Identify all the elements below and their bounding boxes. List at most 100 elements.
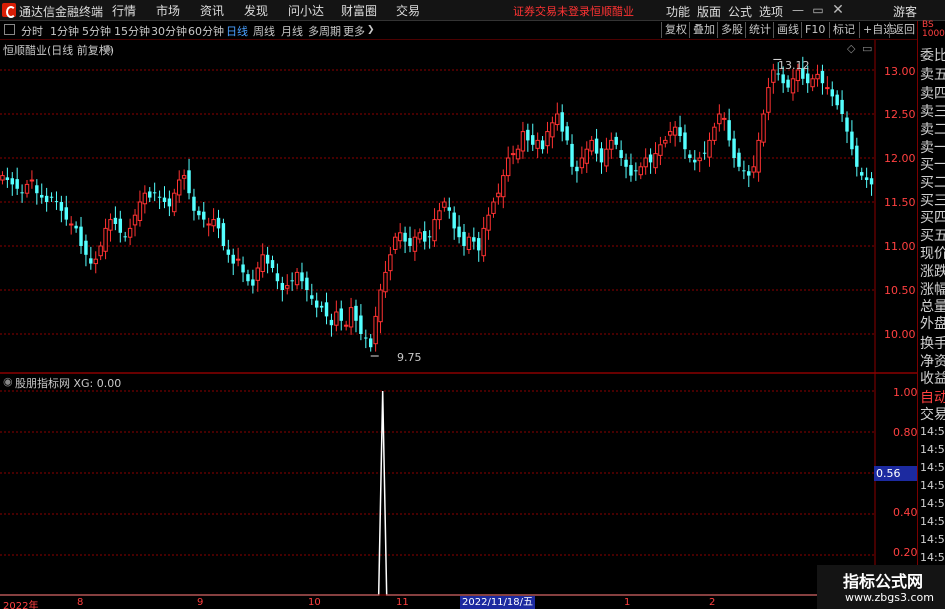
quote-label-price: 现价 [920,246,945,262]
diamond-icon[interactable]: ◇ [847,42,855,55]
guest-user[interactable]: 游客 [893,3,917,20]
candle-body [98,245,103,257]
quote-label-buy4: 买四 [920,210,945,226]
period-15min[interactable]: 15分钟 [114,23,150,39]
candle-body [15,179,19,189]
menu-item-discover[interactable]: 发现 [244,2,268,19]
period-1min[interactable]: 1分钟 [50,23,79,39]
current-stock-link[interactable]: 恒顺醋业 [590,3,634,19]
minimize-icon[interactable]: — [790,2,806,18]
candle-body [314,300,319,308]
candle-body [197,210,201,216]
candle-body [343,324,349,327]
candle-body [118,218,123,233]
candle-body [290,280,294,282]
candle-body [397,232,403,242]
candle-body [329,319,334,326]
quote-label-turnover: 换手 [920,336,945,352]
chart-options-icon[interactable]: ◉ [103,42,113,55]
candle-body [310,295,314,299]
candle-body [717,113,722,125]
more-chevron-icon[interactable]: ❯ [367,25,375,35]
period-monthly[interactable]: 月线 [281,23,303,39]
restore-icon[interactable]: ▭ [810,2,826,18]
indicator-y-tick: 0.40 [893,506,918,519]
menu-item-layout[interactable]: 版面 [697,3,721,20]
menu-item-wealth[interactable]: 财富圈 [341,2,377,19]
trade-label[interactable]: 交易 [920,404,945,424]
statistics-button[interactable]: 统计 [745,22,774,38]
candle-body [766,87,771,113]
menu-item-functions[interactable]: 功能 [666,3,690,20]
xg-signal-line [0,390,874,596]
candle-body [732,138,736,158]
indicator-options-icon[interactable]: ◉ [3,375,13,388]
candle-body [457,226,461,238]
app-title: 通达信金融终端 [19,5,104,19]
candle-body [496,192,501,198]
menu-item-market[interactable]: 市场 [156,2,180,19]
menu-item-options[interactable]: 选项 [759,3,783,20]
candle-body [412,236,418,252]
candle-body [383,271,388,293]
period-intraday[interactable]: 分时 [21,23,43,39]
candle-body [526,129,530,141]
period-5min[interactable]: 5分钟 [82,23,111,39]
period-weekly[interactable]: 周线 [253,23,275,39]
app-logo-icon [2,3,16,18]
f10-button[interactable]: F10 [801,22,828,38]
period-daily[interactable]: 日线 [226,23,248,39]
candle-body [364,337,368,339]
overlay-button[interactable]: 叠加 [689,22,718,38]
menu-item-news[interactable]: 资讯 [200,2,224,19]
period-30min[interactable]: 30分钟 [151,23,187,39]
candle-body [113,217,118,224]
candle-body [672,126,678,136]
candle-body [24,183,30,194]
quote-label-earnings: 收益 [920,371,945,387]
watermark-title: 指标公式网 [843,572,924,591]
candle-body [368,338,373,348]
candle-body [265,254,270,264]
menu-item-ask[interactable]: 问小达 [288,2,324,19]
candle-body [707,139,712,158]
back-button[interactable]: 返回 [889,22,918,38]
adjust-button[interactable]: 复权 [661,22,690,38]
x-tick-label: 9 [197,597,204,608]
draw-line-button[interactable]: 画线 [773,22,802,38]
candle-body [815,73,820,80]
candle-body [300,272,304,282]
quote-label-buy5: 买五 [920,228,945,244]
multi-stock-button[interactable]: 多股 [717,22,746,38]
x-tick-label: 2 [709,597,716,608]
candle-body [634,170,638,172]
candle-body [648,154,653,163]
candle-body [820,70,825,84]
trade-login-notice[interactable]: 证券交易未登录 [513,3,590,19]
mark-button[interactable]: 标记 [829,22,858,38]
tick-time: 14:56 [920,479,945,492]
menu-item-quotes[interactable]: 行情 [112,2,136,19]
period-60min[interactable]: 60分钟 [188,23,224,39]
candle-body [216,217,221,229]
period-more[interactable]: 更多 [343,23,365,39]
candle-body [452,212,456,229]
candle-body [560,112,564,132]
candle-body [501,175,506,198]
candle-body [167,198,172,207]
chart-area[interactable] [0,40,917,609]
candle-body [59,202,64,211]
candle-body [535,139,540,149]
quote-panel: BS 1000 委比 卖五 卖四 卖三 卖二 卖一 买一 买二 买三 买四 买五… [917,21,945,609]
period-multi[interactable]: 多周期 [308,23,341,39]
menu-item-formula[interactable]: 公式 [728,3,752,20]
candle-body [702,152,707,154]
candle-body [462,231,466,246]
layout-toggle-icon[interactable] [4,24,15,35]
candle-body [486,214,491,231]
close-icon[interactable]: ✕ [830,2,846,18]
expand-icon[interactable]: ▭ [862,42,872,55]
cursor-date-label: 2022/11/18/五 [460,596,536,609]
menu-item-trade[interactable]: 交易 [396,2,420,19]
candle-body [481,227,486,257]
